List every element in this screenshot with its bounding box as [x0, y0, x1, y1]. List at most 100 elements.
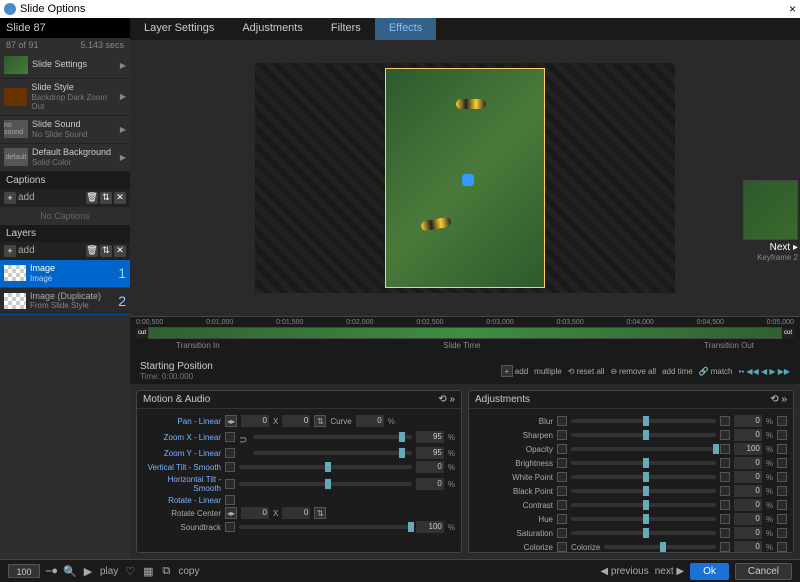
tools-icon[interactable]: ✕: [114, 245, 126, 257]
sidebar-item-default-bg[interactable]: default Default BackgroundSolid Color ▶: [0, 144, 130, 172]
adj-3-check[interactable]: [557, 458, 567, 468]
timeline[interactable]: 0:00,5000:01,0000:01,5000:02,0000:02,500…: [130, 316, 800, 358]
trash-icon[interactable]: 🗑: [86, 192, 98, 204]
zoomy-input[interactable]: 95: [416, 447, 444, 459]
selected-layer-frame[interactable]: [385, 68, 545, 288]
adj-0-check2[interactable]: [720, 416, 730, 426]
expand-icon[interactable]: »: [449, 394, 455, 405]
vtilt-slider[interactable]: [239, 465, 412, 469]
adj-9-input[interactable]: 0: [734, 541, 762, 552]
htilt-check[interactable]: [225, 479, 235, 489]
tab-adjustments[interactable]: Adjustments: [228, 18, 317, 40]
adj-3-input[interactable]: 0: [734, 457, 762, 469]
vtilt-check[interactable]: [225, 462, 235, 472]
reset-icon[interactable]: ⟲: [770, 394, 778, 405]
adj-6-slider[interactable]: [571, 503, 716, 507]
sort-icon[interactable]: ⇅: [100, 245, 112, 257]
pan-label[interactable]: Pan - Linear: [143, 417, 221, 426]
adj-4-check[interactable]: [557, 472, 567, 482]
next-keyframe-box[interactable]: Next ▸ Keyframe 2: [743, 180, 798, 262]
adj-1-input[interactable]: 0: [734, 429, 762, 441]
adj-8-input[interactable]: 0: [734, 527, 762, 539]
timeline-track[interactable]: [148, 327, 782, 339]
adj-3-slider[interactable]: [571, 461, 716, 465]
expand-icon[interactable]: »: [781, 394, 787, 405]
lock-icon[interactable]: ◂▸: [225, 415, 237, 427]
adj-6-input[interactable]: 0: [734, 499, 762, 511]
adj-0-slider[interactable]: [571, 419, 716, 423]
adj-2-check2[interactable]: [720, 444, 730, 454]
zoomx-input[interactable]: 95: [416, 431, 444, 443]
adj-9-check2[interactable]: [720, 542, 730, 552]
soundtrack-input[interactable]: 100: [416, 521, 444, 533]
adj-7-check3[interactable]: [777, 514, 787, 524]
htilt-slider[interactable]: [239, 482, 412, 486]
adj-7-check[interactable]: [557, 514, 567, 524]
layer-item-1[interactable]: ImageImage 1: [0, 260, 130, 288]
rotate-label[interactable]: Rotate - Linear: [143, 496, 221, 505]
adj-8-check2[interactable]: [720, 528, 730, 538]
next-button[interactable]: next ▶: [655, 566, 684, 577]
search-icon[interactable]: 🔍: [64, 565, 76, 577]
rcx-input[interactable]: 0: [241, 507, 269, 519]
adj-0-check3[interactable]: [777, 416, 787, 426]
zoomy-slider[interactable]: [253, 451, 412, 455]
transport-controls[interactable]: ▪▪ ◀◀ ◀ ▶ ▶▶: [739, 367, 790, 376]
vtilt-input[interactable]: 0: [416, 461, 444, 473]
adj-4-check2[interactable]: [720, 472, 730, 482]
adj-8-slider[interactable]: [571, 531, 716, 535]
reset-icon[interactable]: ⟲: [438, 394, 446, 405]
tab-effects[interactable]: Effects: [375, 18, 436, 40]
zoomy-check[interactable]: [225, 448, 235, 458]
soundtrack-check[interactable]: [225, 522, 235, 532]
sidebar-item-slide-style[interactable]: Slide StyleBackdrop Dark Zoom Out ▶: [0, 79, 130, 116]
add-keyframe-button[interactable]: +add: [501, 365, 528, 377]
tab-layer-settings[interactable]: Layer Settings: [130, 18, 228, 40]
add-time-button[interactable]: add time: [662, 367, 693, 376]
close-icon[interactable]: ×: [789, 2, 796, 16]
adj-4-check3[interactable]: [777, 472, 787, 482]
play-icon[interactable]: ▶: [82, 565, 94, 577]
preview-canvas[interactable]: [255, 63, 675, 293]
rotate-check[interactable]: [225, 495, 235, 505]
adj-6-check2[interactable]: [720, 500, 730, 510]
play-button[interactable]: play: [100, 566, 118, 577]
sort-icon[interactable]: ⇅: [100, 192, 112, 204]
link-icon[interactable]: ⊃: [239, 435, 249, 451]
stepper-icon[interactable]: ⇅: [314, 507, 326, 519]
adj-7-slider[interactable]: [571, 517, 716, 521]
adj-5-check[interactable]: [557, 486, 567, 496]
adj-2-check[interactable]: [557, 444, 567, 454]
copy-icon[interactable]: ⧉: [160, 565, 172, 577]
adj-7-input[interactable]: 0: [734, 513, 762, 525]
cut-in-button[interactable]: cut: [136, 328, 148, 338]
adj-4-input[interactable]: 0: [734, 471, 762, 483]
adj-0-check[interactable]: [557, 416, 567, 426]
adj-6-check[interactable]: [557, 500, 567, 510]
adj-6-check3[interactable]: [777, 500, 787, 510]
zoomx-label[interactable]: Zoom X - Linear: [143, 433, 221, 442]
tab-filters[interactable]: Filters: [317, 18, 375, 40]
adj-9-check[interactable]: [557, 542, 567, 552]
adj-9-slider[interactable]: [604, 545, 716, 549]
adj-1-check3[interactable]: [777, 430, 787, 440]
sidebar-item-slide-settings[interactable]: Slide Settings ▶: [0, 52, 130, 79]
copy-button[interactable]: copy: [178, 566, 199, 577]
add-caption-button[interactable]: +: [4, 192, 16, 204]
lock-icon[interactable]: ◂▸: [225, 507, 237, 519]
add-layer-button[interactable]: +: [4, 245, 16, 257]
pan-x-input[interactable]: 0: [241, 415, 269, 427]
adj-8-check3[interactable]: [777, 528, 787, 538]
adj-8-check[interactable]: [557, 528, 567, 538]
grid-icon[interactable]: ▦: [142, 565, 154, 577]
adj-1-check2[interactable]: [720, 430, 730, 440]
adj-0-input[interactable]: 0: [734, 415, 762, 427]
zoomx-slider[interactable]: [253, 435, 412, 439]
adj-5-check3[interactable]: [777, 486, 787, 496]
curve-input[interactable]: 0: [356, 415, 384, 427]
previous-button[interactable]: ◀ previous: [600, 566, 648, 577]
stepper-icon[interactable]: ⇅: [314, 415, 326, 427]
adj-2-check3[interactable]: [777, 444, 787, 454]
ok-button[interactable]: Ok: [690, 563, 729, 580]
match-button[interactable]: 🔗match: [699, 367, 733, 376]
